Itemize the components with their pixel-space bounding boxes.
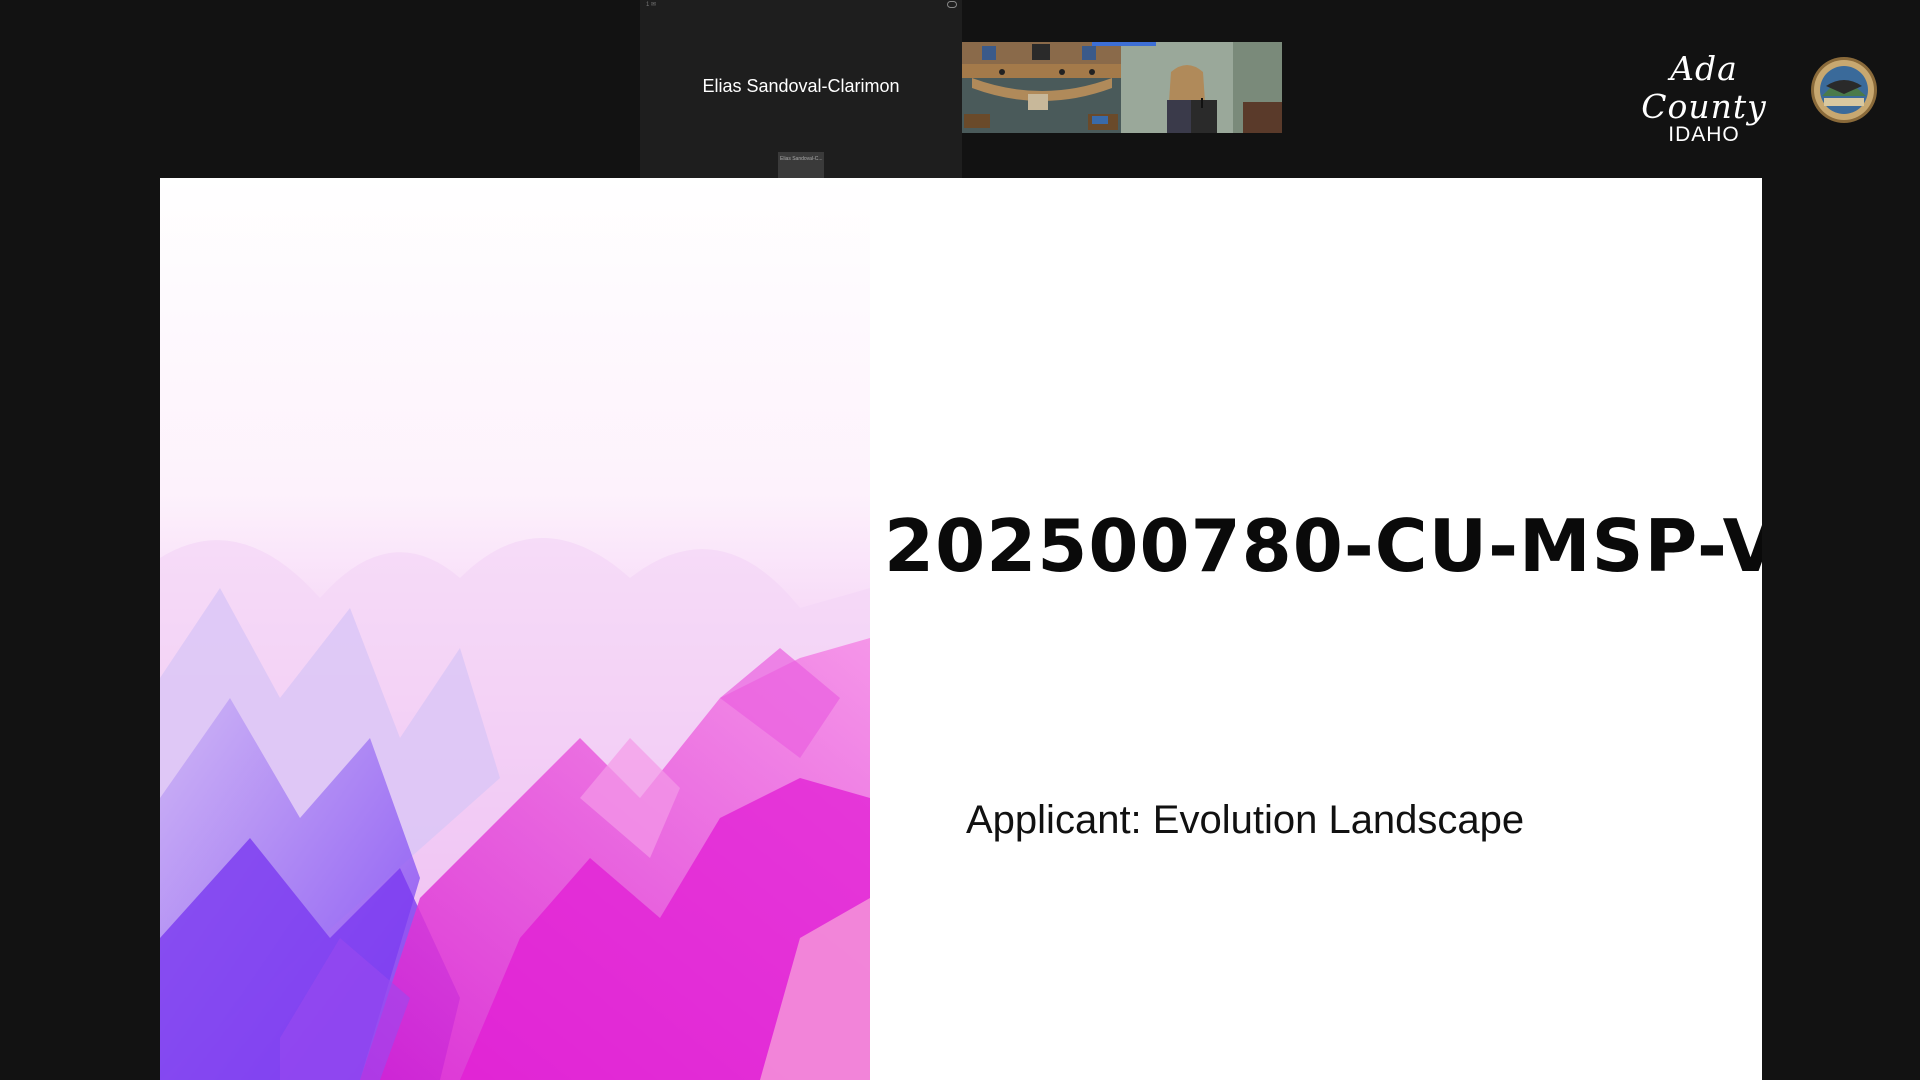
self-view-thumbnail[interactable]: Elias Sandoval-C... [778, 152, 824, 178]
county-logo: Ada County IDAHO [1618, 50, 1790, 146]
podium-video-image [1121, 42, 1282, 133]
chamber-video-image [962, 42, 1121, 133]
county-seal-icon [1811, 57, 1877, 123]
participant-name: Elias Sandoval-Clarimon [702, 76, 900, 96]
tile-status-label: 1 ✉ [646, 2, 657, 8]
county-name: Ada County [1641, 49, 1767, 126]
live-indicator [1092, 42, 1156, 46]
presentation-slide: 202500780-CU-MSP-V Applicant: Evolution … [160, 178, 1762, 1080]
state-name: IDAHO [1668, 123, 1740, 146]
caption-icon[interactable] [947, 1, 957, 8]
meeting-screen: 1 ✉ Elias Sandoval-Clarimon Elias Sandov… [0, 0, 1920, 1080]
slide-title: 202500780-CU-MSP-V [884, 504, 1762, 588]
floral-background [160, 178, 870, 1080]
podium-video-feed[interactable] [1121, 42, 1282, 133]
participant-tile[interactable]: 1 ✉ Elias Sandoval-Clarimon Elias Sandov… [640, 0, 962, 178]
chamber-video-feed[interactable] [962, 42, 1121, 133]
slide-subtitle: Applicant: Evolution Landscape [966, 798, 1525, 842]
